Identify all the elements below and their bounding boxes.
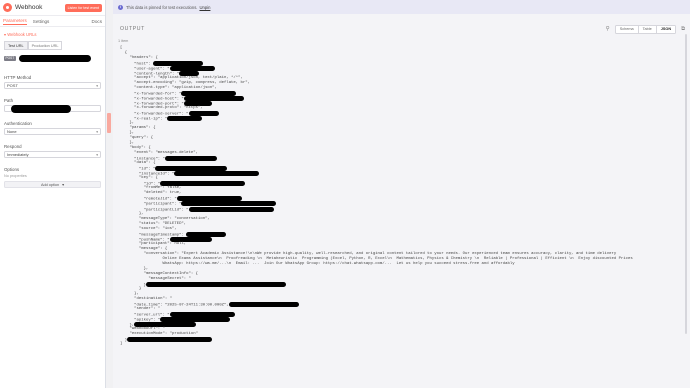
drag-handle[interactable] bbox=[107, 113, 111, 133]
json-line-text: WhatsApp: https://wa.me/...\n Email: ...… bbox=[120, 261, 515, 266]
production-url-tab[interactable]: Production URL bbox=[27, 41, 63, 50]
json-line-text: "deleted": true, bbox=[120, 191, 182, 196]
json-line-text: }, bbox=[120, 121, 135, 126]
unpin-link[interactable]: Unpin bbox=[199, 5, 210, 10]
panel-divider bbox=[106, 0, 113, 388]
json-line-text: "sender": " bbox=[120, 306, 161, 311]
json-line-text: Online Exams Assistance\n Proofreading \… bbox=[120, 256, 633, 261]
http-method-label: HTTP Method bbox=[4, 75, 32, 80]
http-method-value: POST bbox=[7, 83, 18, 88]
authentication-select[interactable]: None ▾ bbox=[4, 128, 101, 135]
json-line-text: ] bbox=[120, 341, 123, 346]
options-label: Options bbox=[4, 167, 20, 172]
chevron-down-icon: ▾ bbox=[96, 83, 98, 88]
redacted-url bbox=[18, 54, 91, 62]
view-table[interactable]: Table bbox=[639, 25, 657, 33]
view-json[interactable]: JSON bbox=[656, 25, 676, 33]
json-line-text: "body": { bbox=[120, 146, 151, 151]
json-line-text: "params": { bbox=[120, 126, 156, 131]
json-line-text: "messageType": "conversation", bbox=[120, 216, 210, 221]
items-count: 1 item bbox=[118, 39, 129, 43]
json-line-text: "accept-encoding": "gzip, compress, defl… bbox=[120, 81, 250, 86]
view-controls: ⚲ Schema Table JSON ⧉ bbox=[606, 24, 685, 34]
json-line-text: }, bbox=[120, 291, 139, 296]
tab-settings[interactable]: Settings bbox=[33, 18, 50, 25]
json-line-text: "content-type": "application/json", bbox=[120, 86, 217, 91]
chevron-down-icon: ▾ bbox=[96, 129, 98, 134]
json-line-text: { bbox=[120, 51, 128, 56]
method-badge: POST bbox=[4, 55, 16, 61]
json-line: ] bbox=[120, 342, 684, 347]
json-line-text: [ bbox=[120, 46, 123, 50]
respond-value: Immediately bbox=[7, 152, 29, 157]
json-line-text: }, bbox=[120, 131, 135, 136]
chevron-down-icon: ▾ bbox=[96, 152, 98, 157]
json-line-text: "webhookUrl": " bbox=[120, 326, 165, 331]
json-line-text: "conversation": "Expert Academic Assista… bbox=[120, 251, 617, 256]
tab-parameters[interactable]: Parameters bbox=[3, 17, 27, 25]
pin-icon[interactable]: ⚲ bbox=[606, 26, 610, 32]
webhook-urls-toggle[interactable]: ▾ Webhook URLs bbox=[4, 32, 101, 37]
json-line-text: "messageContextInfo": { bbox=[120, 271, 198, 276]
json-line-text: }, bbox=[120, 266, 149, 271]
parameter-tabs: Parameters Settings Docs bbox=[0, 16, 105, 27]
respond-label: Respond bbox=[4, 144, 22, 149]
json-line-text: } bbox=[120, 286, 142, 291]
no-properties-text: No properties bbox=[4, 174, 27, 178]
webhook-urls-label: Webhook URLs bbox=[7, 32, 37, 37]
node-parameters-panel: Webhook Listen for test event Parameters… bbox=[0, 0, 106, 388]
json-line-text: }, bbox=[120, 211, 144, 216]
chevron-down-icon: ▾ bbox=[62, 183, 65, 187]
add-option-button[interactable]: Add option ▾ bbox=[4, 181, 101, 188]
path-input[interactable] bbox=[4, 105, 101, 113]
json-line-text: "messageSecret": " bbox=[120, 276, 191, 281]
redacted-path bbox=[11, 105, 71, 113]
json-line-text: "destination": " bbox=[120, 296, 172, 301]
json-line-text: "fromMe": false, bbox=[120, 186, 182, 191]
url-mode-toggle: Test URL Production URL bbox=[4, 41, 101, 50]
webhook-url-row[interactable]: POST bbox=[4, 54, 101, 62]
authentication-label: Authentication bbox=[4, 121, 32, 126]
node-title: Webhook bbox=[15, 4, 43, 11]
json-line-text: "message": { bbox=[120, 246, 168, 251]
output-title: OUTPUT bbox=[120, 26, 145, 32]
json-line-text: "accept": "application/json, text/plain,… bbox=[120, 76, 243, 81]
listen-test-event-button[interactable]: Listen for test event bbox=[64, 3, 102, 12]
json-line-text: "headers": { bbox=[120, 56, 158, 61]
node-header: Webhook Listen for test event bbox=[0, 0, 105, 16]
output-panel: i This data is pinned for test execution… bbox=[113, 0, 690, 388]
output-header: OUTPUT ⚲ Schema Table JSON ⧉ bbox=[113, 24, 690, 34]
json-line-text: "event": "messages.delete", bbox=[120, 151, 198, 156]
json-line-text: "status": "DELETED", bbox=[120, 221, 187, 226]
view-schema[interactable]: Schema bbox=[616, 25, 639, 33]
respond-select[interactable]: Immediately ▾ bbox=[4, 151, 101, 158]
json-line-text: }, bbox=[120, 141, 135, 146]
json-output: [ { "headers": { "host": "user-agent": "… bbox=[120, 46, 684, 347]
json-line-text: "x-forwarded-proto": "https", bbox=[120, 106, 203, 111]
json-line-text: "query": { bbox=[120, 136, 154, 141]
banner-text: This data is pinned for test executions. bbox=[126, 4, 198, 10]
pinned-data-banner: i This data is pinned for test execution… bbox=[113, 0, 690, 14]
docs-link[interactable]: Docs bbox=[92, 19, 102, 24]
path-label: Path bbox=[4, 98, 14, 103]
test-url-tab[interactable]: Test URL bbox=[4, 41, 28, 50]
json-line-text: "source": "ios", bbox=[120, 226, 177, 231]
authentication-value: None bbox=[7, 129, 17, 134]
json-line-text: "key": { bbox=[120, 176, 158, 181]
app-window: Webhook Listen for test event Parameters… bbox=[0, 0, 690, 388]
json-line-text: "executionMode": "production" bbox=[120, 331, 198, 336]
json-line-text: "participant": null, bbox=[120, 241, 187, 246]
add-option-label: Add option bbox=[40, 182, 60, 187]
http-method-select[interactable]: POST ▾ bbox=[4, 82, 101, 89]
webhook-icon bbox=[3, 3, 12, 12]
info-icon: i bbox=[118, 4, 123, 10]
copy-icon[interactable]: ⧉ bbox=[681, 26, 685, 33]
json-line-text: "data": { bbox=[120, 161, 156, 166]
view-switcher: Schema Table JSON bbox=[614, 24, 677, 34]
scrollbar[interactable] bbox=[685, 34, 687, 334]
